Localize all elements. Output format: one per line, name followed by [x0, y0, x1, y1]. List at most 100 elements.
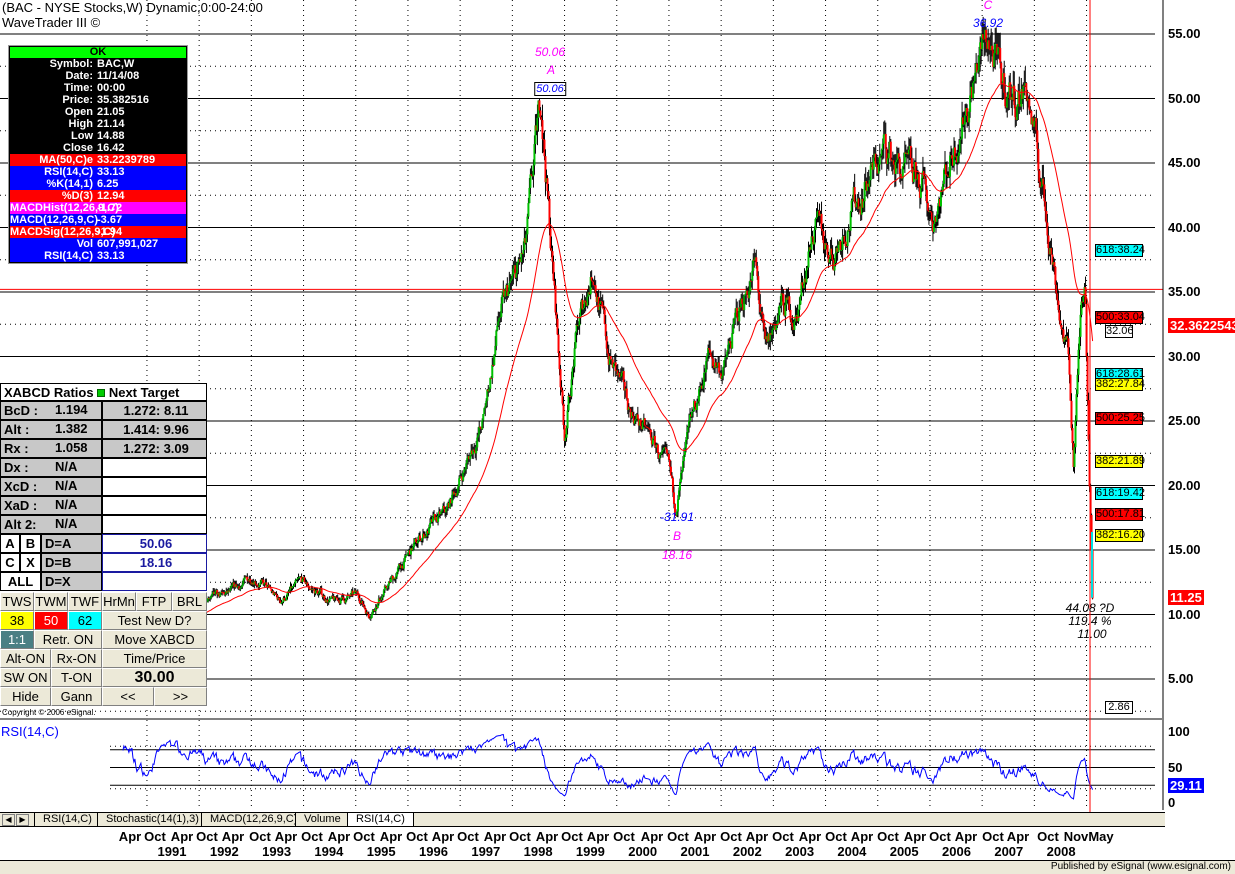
month-label: Apr: [535, 829, 559, 844]
data-label: Vol: [76, 238, 93, 250]
price-candle-body: [573, 348, 576, 367]
price-candle-body: [609, 356, 612, 360]
annotation-c-label: C: [983, 0, 993, 12]
month-label: Oct: [406, 829, 428, 844]
year-label: 2000: [628, 844, 658, 859]
data-value: 16.42: [97, 142, 125, 154]
fib-level-box: 618:19.42: [1095, 486, 1145, 500]
n38-button[interactable]: 38: [0, 611, 34, 630]
price-axis-tick: 5.00: [1168, 671, 1194, 686]
month-label: Oct: [613, 829, 635, 844]
alt-button[interactable]: Alt-ON: [0, 649, 51, 668]
price-candle-body: [656, 444, 659, 453]
data-value: 21.14: [97, 118, 125, 130]
price-candle-body: [1085, 303, 1088, 357]
fib-level-box: 382:27.84: [1095, 378, 1145, 392]
price-candle-body: [667, 453, 670, 460]
tp-button[interactable]: Time/Price: [102, 649, 207, 668]
month-label: Oct: [772, 829, 794, 844]
n62-button[interactable]: 62: [68, 611, 102, 630]
tab-rsi-14-c-[interactable]: RSI(14,C): [347, 813, 414, 827]
year-label: 1991: [157, 844, 187, 859]
tab-stochastic-14-1-3-[interactable]: Stochastic(14(1),3): [97, 813, 208, 827]
status-bar: Published by eSignal (www.esignal.com): [0, 860, 1235, 874]
data-value: 33.13: [97, 250, 125, 262]
year-label: 2002: [732, 844, 762, 859]
ratio-button[interactable]: 1:1: [0, 630, 34, 649]
point-a-button[interactable]: A: [0, 534, 20, 553]
tws-button[interactable]: TWS: [0, 592, 34, 611]
price-candle-body: [458, 478, 461, 487]
rx-button[interactable]: Rx-ON: [51, 649, 102, 668]
data-window[interactable]: OK Symbol: BAC,W Date: 11/14/08 Time: 00:00 Pr…: [8, 45, 188, 264]
year-label: 1993: [262, 844, 292, 859]
price-candle-body: [837, 244, 840, 252]
hide-button[interactable]: Hide: [0, 687, 51, 706]
month-label: Oct: [982, 829, 1004, 844]
price-candle-body: [731, 333, 734, 349]
month-label: Nov: [1063, 829, 1089, 844]
month-label: Oct: [929, 829, 951, 844]
sw-button[interactable]: SW ON: [0, 668, 51, 687]
tab-rsi-14-c-[interactable]: RSI(14,C): [34, 813, 101, 827]
scroll-right-button[interactable]: ▶: [16, 814, 29, 826]
price-candle-body: [884, 133, 887, 149]
rsi-axis-tick: 0: [1168, 795, 1176, 810]
month-label: Apr: [118, 829, 142, 844]
next-target-value: [102, 458, 207, 477]
data-row: MACDHist(12,26,9,C) -1.72: [10, 202, 186, 214]
tab-volume[interactable]: Volume: [295, 813, 350, 827]
price-candle-body: [887, 153, 890, 159]
ma-last-value: 32.3622543: [1168, 318, 1235, 334]
ftp-button[interactable]: FTP: [136, 592, 172, 611]
twf-button[interactable]: TWF: [68, 592, 102, 611]
fib-level-box: 2.86: [1105, 700, 1133, 714]
ton-button[interactable]: T-ON: [51, 668, 102, 687]
price-axis-tick: 10.00: [1168, 606, 1201, 622]
month-label: Apr: [798, 829, 822, 844]
hrmn-button[interactable]: HrMn: [102, 592, 136, 611]
data-row: RSI(14,C) 33.13: [10, 250, 186, 262]
move-button[interactable]: Move XABCD: [102, 630, 207, 649]
month-label: Apr: [170, 829, 194, 844]
month-label: Oct: [144, 829, 166, 844]
test-button[interactable]: Test New D?: [102, 611, 207, 630]
n50-button[interactable]: 50: [34, 611, 68, 630]
price-candle-body: [696, 402, 699, 410]
point-b-button[interactable]: B: [20, 534, 41, 553]
price-candle-body: [1068, 354, 1071, 375]
price-candle-body: [789, 309, 792, 320]
data-row: Open 21.05: [10, 106, 186, 118]
gann-button[interactable]: Gann: [51, 687, 102, 706]
price-candle-body: [482, 414, 485, 421]
price-candle-body: [999, 47, 1002, 63]
price-candle-body: [370, 614, 373, 618]
val-button[interactable]: 30.00: [102, 668, 207, 687]
xabcd-header: XABCD Ratios Next Target: [0, 383, 207, 401]
prev-button[interactable]: <<: [102, 687, 154, 706]
data-label: Symbol:: [49, 58, 93, 70]
price-candle-body: [869, 165, 872, 181]
data-value: -3.67: [97, 214, 123, 226]
brl-button[interactable]: BRL: [172, 592, 207, 611]
price-axis-tick: 30.00: [1168, 348, 1201, 364]
month-label: Apr: [431, 829, 455, 844]
retr-button[interactable]: Retr. ON: [34, 630, 102, 649]
data-label: Close: [63, 142, 93, 154]
twm-button[interactable]: TWM: [34, 592, 68, 611]
point-all-button[interactable]: ALL: [0, 572, 41, 591]
rsi-axis-tick: 100: [1168, 724, 1190, 739]
month-label: Oct: [561, 829, 583, 844]
scroll-left-button[interactable]: ◀: [2, 814, 15, 826]
point-x-button[interactable]: X: [20, 553, 41, 572]
next-target-value: [102, 515, 207, 534]
next-button[interactable]: >>: [154, 687, 207, 706]
tab-macd-12-26-9-c-[interactable]: MACD(12,26,9,C): [201, 813, 307, 827]
month-label: Oct: [667, 829, 689, 844]
month-label: Apr: [274, 829, 298, 844]
data-row: Vol 607,991,027: [10, 238, 186, 250]
ratio-value: 1.382: [55, 421, 88, 436]
data-label: MACD(12,26,9,C): [10, 214, 99, 226]
point-c-button[interactable]: C: [0, 553, 20, 572]
data-value: 607,991,027: [97, 238, 159, 250]
